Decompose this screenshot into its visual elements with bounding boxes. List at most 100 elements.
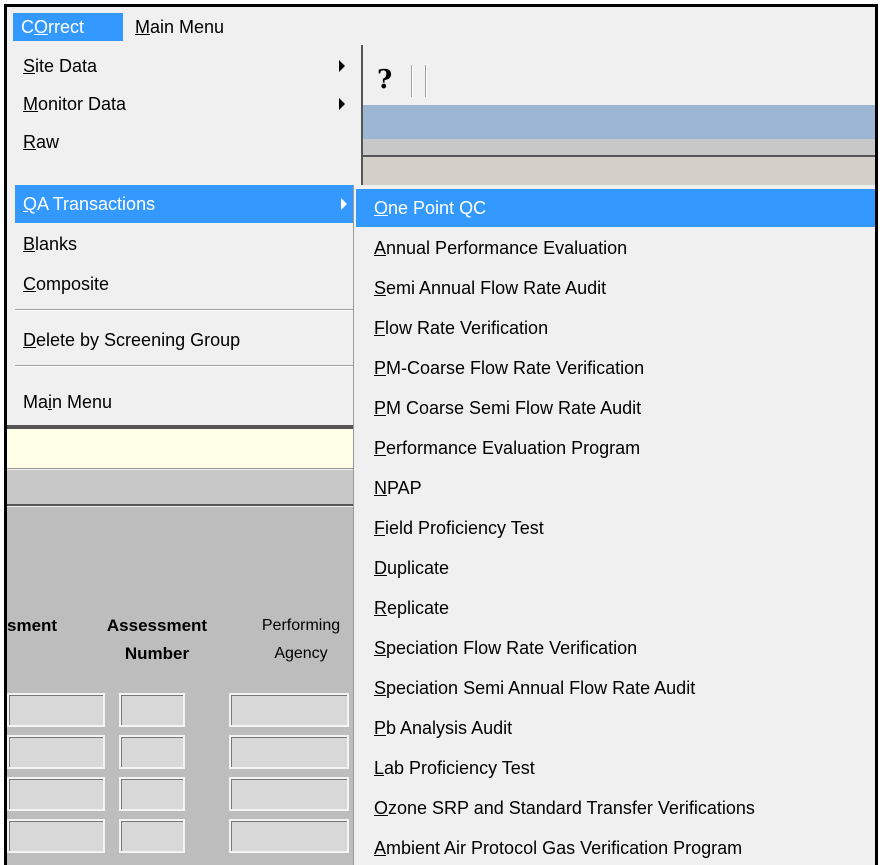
submenu-item-annual-performance-evaluation[interactable]: Annual Performance Evaluation (360, 229, 875, 267)
correct-dropdown-menu: Site Data Monitor Data Raw QA Transactio… (7, 45, 363, 427)
column-header-performing-agency-line1: Performing (261, 617, 341, 634)
submenu-item-accelerator: F (374, 318, 385, 338)
submenu-item-pb-analysis-audit[interactable]: Pb Analysis Audit (360, 709, 875, 747)
submenu-item-accelerator: F (374, 518, 385, 538)
assessment-cell[interactable] (7, 693, 105, 727)
column-header-assessment-cut: sment (7, 616, 58, 635)
submenu-arrow-icon (339, 98, 345, 110)
menu-label: C (21, 17, 34, 37)
submenu-item-label: peciation Semi Annual Flow Rate Audit (386, 678, 696, 698)
toolbar: ? (363, 45, 875, 103)
submenu-item-accelerator: P (374, 398, 387, 418)
submenu-item-ozone-srp-transfer-verifications[interactable]: Ozone SRP and Standard Transfer Verifica… (360, 789, 875, 827)
menu-item-raw[interactable]: Raw (15, 123, 353, 161)
submenu-item-label: ab Proficiency Test (384, 758, 535, 778)
submenu-item-npap[interactable]: NPAP (360, 469, 875, 507)
submenu-item-one-point-qc[interactable]: One Point QC (356, 189, 875, 227)
menu-item-main-menu[interactable]: Main Menu (15, 383, 353, 421)
performing-agency-cell[interactable] (229, 777, 349, 811)
submenu-item-lab-proficiency-test[interactable]: Lab Proficiency Test (360, 749, 875, 787)
menu-accelerator: M (135, 17, 150, 37)
submenu-item-label: eplicate (387, 598, 450, 618)
performing-agency-cell[interactable] (229, 693, 349, 727)
menu-correct[interactable]: COrrect (13, 13, 123, 41)
submenu-item-accelerator: R (374, 598, 387, 618)
menu-item-label: lanks (35, 234, 78, 254)
menu-item-delete-by-screening-group[interactable]: Delete by Screening Group (15, 321, 353, 359)
submenu-item-label: b Analysis Audit (386, 718, 513, 738)
menu-item-label: ite Data (35, 56, 98, 76)
submenu-item-accelerator: L (374, 758, 385, 778)
submenu-item-accelerator: D (374, 558, 387, 578)
submenu-item-label: ne Point QC (388, 198, 487, 218)
column-header-assessment-number-line1: Assessment (106, 616, 208, 635)
submenu-item-accelerator: S (374, 638, 387, 658)
menu-item-label: n Menu (52, 392, 113, 412)
assessment-cell[interactable] (7, 735, 105, 769)
menu-item-accelerator: R (23, 132, 36, 152)
submenu-item-label: PAP (387, 478, 422, 498)
menu-item-accelerator: Q (23, 194, 38, 214)
submenu-item-pm-coarse-semi-flow-rate-audit[interactable]: PM Coarse Semi Flow Rate Audit (360, 389, 875, 427)
menu-item-label: aw (36, 132, 60, 152)
submenu-item-speciation-semi-annual-flow-rate-audit[interactable]: Speciation Semi Annual Flow Rate Audit (360, 669, 875, 707)
menu-item-composite[interactable]: Composite (15, 265, 353, 303)
panel-background (363, 157, 875, 187)
submenu-item-flow-rate-verification[interactable]: Flow Rate Verification (360, 309, 875, 347)
menu-item-accelerator: D (23, 330, 36, 350)
section-bar (7, 470, 367, 506)
submenu-item-accelerator: A (374, 238, 387, 258)
help-icon[interactable]: ? (377, 65, 392, 95)
submenu-item-label: low Rate Verification (385, 318, 549, 338)
submenu-item-ambient-air-protocol-gas-verification[interactable]: Ambient Air Protocol Gas Verification Pr… (360, 829, 875, 865)
menu-accelerator: O (34, 17, 49, 37)
divider-bar (363, 139, 875, 157)
menu-item-label: omposite (36, 274, 110, 294)
submenu-item-label: nnual Performance Evaluation (386, 238, 628, 258)
submenu-item-label: mbient Air Protocol Gas Verification Pro… (386, 838, 743, 858)
menu-item-monitor-data[interactable]: Monitor Data (15, 85, 353, 123)
menu-item-blanks[interactable]: Blanks (15, 225, 353, 263)
menu-item-accelerator: B (23, 234, 36, 254)
submenu-item-performance-evaluation-program[interactable]: Performance Evaluation Program (360, 429, 875, 467)
submenu-item-field-proficiency-test[interactable]: Field Proficiency Test (360, 509, 875, 547)
submenu-item-label: erformance Evaluation Program (386, 438, 641, 458)
submenu-item-duplicate[interactable]: Duplicate (360, 549, 875, 587)
toolbar-separator (425, 65, 427, 97)
menu-item-accelerator: C (23, 274, 36, 294)
menu-item-qa-transactions[interactable]: QA Transactions (15, 185, 355, 223)
column-header-assessment-number-line2: Number (124, 644, 190, 663)
menu-item-site-data[interactable]: Site Data (15, 47, 353, 85)
submenu-item-label: peciation Flow Rate Verification (386, 638, 638, 658)
assessment-cell[interactable] (7, 777, 105, 811)
submenu-item-label: M Coarse Semi Flow Rate Audit (386, 398, 642, 418)
submenu-item-speciation-flow-rate-verification[interactable]: Speciation Flow Rate Verification (360, 629, 875, 667)
submenu-item-pm-coarse-flow-rate-verification[interactable]: PM-Coarse Flow Rate Verification (360, 349, 875, 387)
submenu-arrow-icon (341, 198, 347, 210)
title-strip (363, 105, 875, 139)
performing-agency-cell[interactable] (229, 735, 349, 769)
application-window: ? sment Assessment Number Performing Age… (4, 4, 878, 865)
submenu-arrow-icon (339, 60, 345, 72)
menu-label: rrect (48, 17, 85, 37)
assessment-number-cell[interactable] (119, 693, 185, 727)
menu-main-menu[interactable]: Main Menu (127, 13, 232, 41)
submenu-item-accelerator: O (374, 798, 389, 818)
submenu-item-semi-annual-flow-rate-audit[interactable]: Semi Annual Flow Rate Audit (360, 269, 875, 307)
column-header-performing-agency-line2: Agency (274, 645, 328, 662)
submenu-item-label: ield Proficiency Test (385, 518, 544, 538)
performing-agency-cell[interactable] (229, 819, 349, 853)
assessment-number-cell[interactable] (119, 735, 185, 769)
menu-separator (15, 365, 353, 367)
submenu-item-label: zone SRP and Standard Transfer Verificat… (388, 798, 755, 818)
menu-item-label: Ma (23, 392, 49, 412)
submenu-item-label: emi Annual Flow Rate Audit (386, 278, 607, 298)
submenu-item-accelerator: P (374, 358, 387, 378)
assessment-cell[interactable] (7, 819, 105, 853)
menu-item-accelerator: M (23, 94, 38, 114)
assessment-number-cell[interactable] (119, 819, 185, 853)
submenu-item-replicate[interactable]: Replicate (360, 589, 875, 627)
assessment-number-cell[interactable] (119, 777, 185, 811)
message-bar (7, 427, 367, 469)
submenu-item-accelerator: N (374, 478, 387, 498)
